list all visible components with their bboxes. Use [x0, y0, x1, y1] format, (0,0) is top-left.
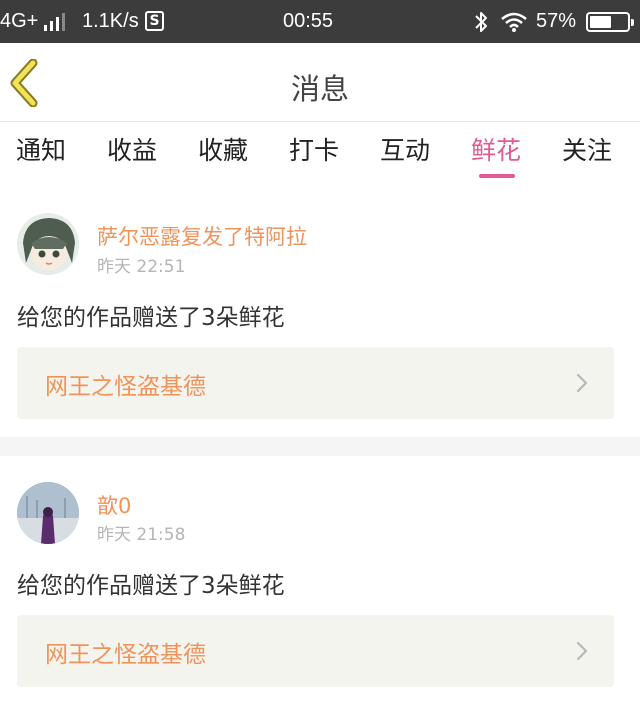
s-icon: S	[145, 11, 164, 31]
chevron-right-icon	[576, 641, 588, 661]
tab-follow[interactable]: 关注	[562, 134, 612, 168]
clock: 00:55	[283, 10, 334, 32]
network-speed: 1.1K/s	[82, 10, 139, 32]
battery-level	[590, 16, 611, 28]
tab-checkin[interactable]: 打卡	[289, 134, 339, 168]
status-bar: 4G+ 1.1K/s S 00:55 57%	[0, 0, 640, 43]
battery-icon	[586, 12, 634, 32]
chevron-right-icon	[576, 373, 588, 393]
tab-bar: 通知 收益 收藏 打卡 互动 鲜花 关注	[0, 122, 640, 184]
network-type: 4G+	[0, 10, 39, 32]
message-text: 给您的作品赠送了3朵鲜花	[17, 305, 285, 331]
work-title: 网王之怪盗基德	[45, 374, 206, 400]
tab-flowers[interactable]: 鲜花	[471, 134, 521, 168]
message-item: 歆0 昨天 21:58 给您的作品赠送了3朵鲜花 网王之怪盗基德	[0, 456, 640, 707]
page-title: 消息	[290, 72, 349, 106]
wifi-icon	[501, 12, 527, 32]
tab-notifications[interactable]: 通知	[16, 134, 66, 168]
tab-earnings[interactable]: 收益	[107, 134, 157, 168]
message-time: 昨天 22:51	[97, 257, 186, 277]
bluetooth-icon	[475, 12, 487, 32]
avatar-image	[17, 482, 79, 544]
work-title: 网王之怪盗基德	[45, 642, 206, 668]
message-item: 萨尔恶露复发了特阿拉 昨天 22:51 给您的作品赠送了3朵鲜花 网王之怪盗基德	[0, 184, 640, 436]
avatar-image	[17, 213, 79, 275]
message-time: 昨天 21:58	[97, 525, 186, 545]
separator	[0, 437, 640, 456]
tab-active-indicator	[479, 174, 515, 178]
signal-icon	[44, 13, 65, 31]
tab-interaction[interactable]: 互动	[380, 134, 430, 168]
work-link[interactable]: 网王之怪盗基德	[17, 615, 614, 687]
sender-name[interactable]: 萨尔恶露复发了特阿拉	[97, 221, 307, 251]
tab-favorites[interactable]: 收藏	[198, 134, 248, 168]
message-text: 给您的作品赠送了3朵鲜花	[17, 573, 285, 599]
work-link[interactable]: 网王之怪盗基德	[17, 347, 614, 419]
avatar[interactable]	[17, 213, 79, 275]
header: 消息	[0, 43, 640, 122]
avatar[interactable]	[17, 482, 79, 544]
sender-name[interactable]: 歆0	[97, 490, 131, 520]
battery-percent: 57%	[536, 10, 577, 32]
